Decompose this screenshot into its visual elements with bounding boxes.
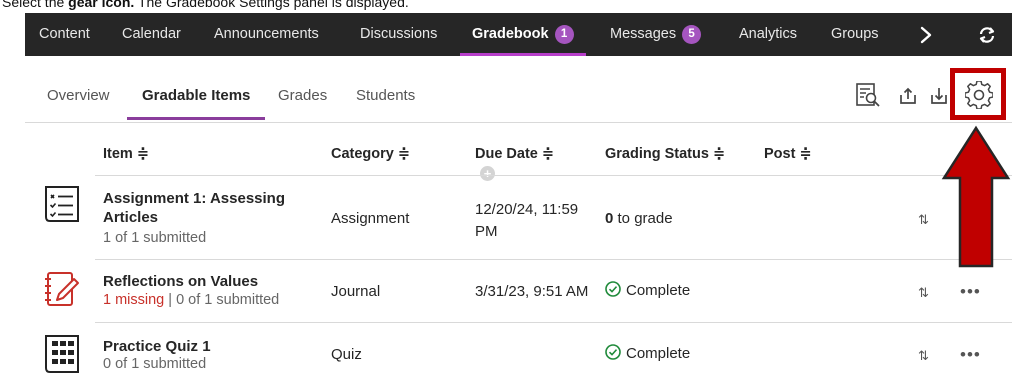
- status-separator: |: [164, 292, 177, 308]
- item-title[interactable]: Reflections on Values: [103, 272, 258, 291]
- tab-content[interactable]: Content: [39, 13, 90, 56]
- subtab-overview[interactable]: Overview: [47, 87, 110, 104]
- caption-rest: The Gradebook Settings panel is displaye…: [137, 0, 409, 10]
- header-divider: [95, 175, 1012, 176]
- subnav-divider: [25, 122, 1012, 123]
- row-divider: [95, 259, 1012, 260]
- gradebook-badge: 1: [554, 25, 574, 44]
- add-item-button[interactable]: +: [480, 166, 495, 181]
- messages-badge: 5: [682, 25, 702, 44]
- item-category: Assignment: [331, 210, 410, 227]
- subtab-grades[interactable]: Grades: [278, 87, 327, 104]
- item-due-date: 12/20/24, 11:59 PM: [475, 201, 579, 240]
- assignment-checklist-icon: [42, 183, 82, 227]
- grading-status: Complete: [605, 344, 690, 362]
- subtab-gradable-items[interactable]: Gradable Items: [142, 87, 250, 104]
- active-subtab-indicator: [127, 117, 265, 120]
- submission-count: 1 of 1 submitted: [103, 230, 207, 246]
- to-grade-label: to grade: [613, 210, 673, 227]
- missing-count[interactable]: 1 missing: [103, 292, 164, 308]
- caption-prefix: Select the: [2, 0, 65, 10]
- header-item[interactable]: Item ≑: [103, 146, 149, 162]
- reorder-icon[interactable]: ⇅: [918, 285, 929, 301]
- tab-calendar[interactable]: Calendar: [122, 13, 181, 56]
- submission-count: 0 of 1 submitted: [103, 356, 207, 372]
- import-icon[interactable]: [929, 86, 949, 111]
- header-due-date[interactable]: Due Date ≑: [475, 146, 554, 162]
- refresh-icon[interactable]: [977, 13, 997, 56]
- item-title[interactable]: Practice Quiz 1: [103, 337, 211, 356]
- header-category[interactable]: Category ≑: [331, 146, 410, 162]
- row-divider: [95, 322, 1012, 323]
- export-icon[interactable]: [898, 86, 918, 111]
- check-circle-icon: [605, 344, 626, 362]
- gear-highlight-box: [950, 68, 1006, 120]
- item-due-date: 3/31/23, 9:51 AM: [475, 283, 589, 300]
- tab-announcements[interactable]: Announcements: [214, 13, 319, 56]
- item-title[interactable]: Assignment 1: Assessing Articles: [103, 189, 313, 227]
- check-circle-icon: [605, 281, 626, 299]
- reorder-icon[interactable]: ⇅: [918, 212, 929, 228]
- caption-bold: gear icon.: [68, 0, 135, 10]
- submission-status: 1 missing | 0 of 1 submitted: [103, 292, 279, 308]
- header-grading-status[interactable]: Grading Status ≑: [605, 146, 725, 162]
- tab-messages[interactable]: Messages 5: [610, 13, 702, 56]
- submission-count: 0 of 1 submitted: [176, 292, 280, 308]
- chevron-right-icon[interactable]: [919, 13, 933, 56]
- item-category: Journal: [331, 283, 381, 300]
- tab-gradebook[interactable]: Gradebook 1: [460, 13, 586, 56]
- course-nav-bar: Content Calendar Announcements Discussio…: [25, 13, 1012, 56]
- tab-messages-label: Messages: [610, 26, 677, 42]
- tab-analytics[interactable]: Analytics: [739, 13, 797, 56]
- status-label: Complete: [626, 345, 691, 362]
- more-options-icon[interactable]: •••: [960, 345, 981, 365]
- tab-gradebook-label: Gradebook: [472, 26, 549, 42]
- grading-status: Complete: [605, 281, 690, 299]
- tab-discussions[interactable]: Discussions: [360, 13, 437, 56]
- subtab-students[interactable]: Students: [356, 87, 415, 104]
- quiz-icon: [42, 332, 82, 376]
- more-options-icon[interactable]: •••: [960, 282, 981, 302]
- tab-groups[interactable]: Groups: [831, 13, 879, 56]
- instruction-caption: Select the gear icon. The Gradebook Sett…: [2, 0, 409, 10]
- journal-icon: [42, 270, 82, 314]
- header-post[interactable]: Post ≑: [764, 146, 812, 162]
- status-label: Complete: [626, 282, 691, 299]
- item-category: Quiz: [331, 346, 362, 363]
- reorder-icon[interactable]: ⇅: [918, 348, 929, 364]
- grading-status[interactable]: 0 to grade: [605, 210, 673, 227]
- up-arrow-annotation: [941, 125, 1011, 268]
- review-search-icon[interactable]: [855, 82, 881, 113]
